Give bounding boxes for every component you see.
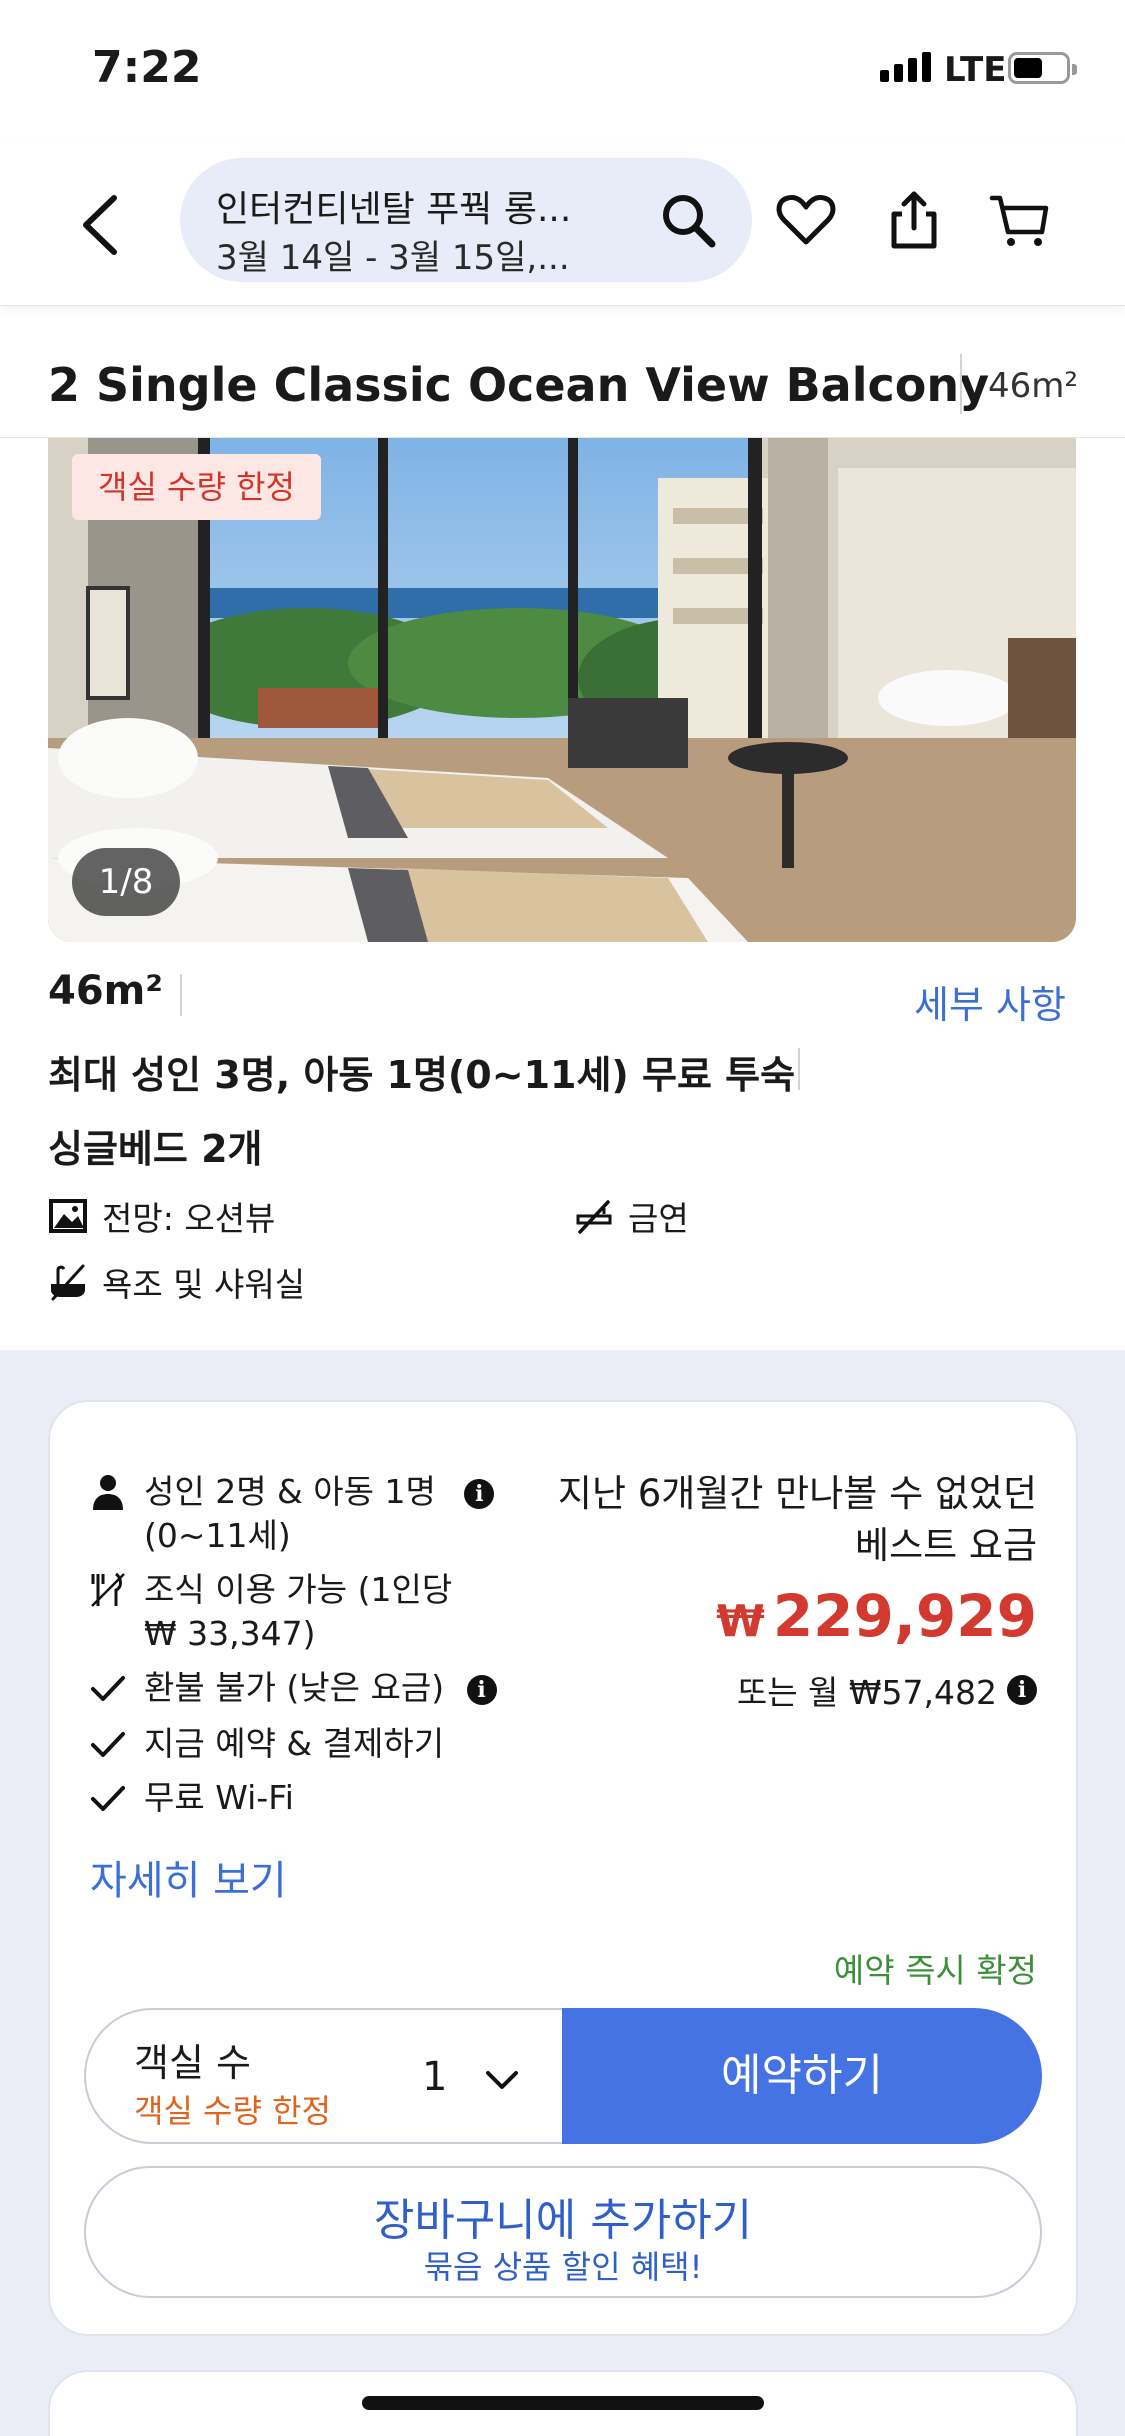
room-title: 2 Single Classic Ocean View Balcony	[48, 358, 990, 412]
search-summary-pill[interactable]: 인터컨티넨탈 푸꿕 롱... 3월 14일 - 3월 15일,...	[180, 158, 752, 282]
room-quantity-value: 1	[422, 2054, 448, 2100]
feature-view-label: 전망: 오션뷰	[102, 1199, 276, 1238]
fork-knife-icon	[91, 1572, 125, 1607]
room-size: 46m²	[48, 968, 163, 1014]
room-quantity-selector[interactable]: 객실 수 객실 수량 한정 1	[84, 2008, 574, 2144]
bathtub-icon	[51, 1264, 85, 1301]
refund-label: 환불 불가 (낮은 요금)	[144, 1668, 445, 1707]
guests-label: 성인 2명 & 아동 1명	[144, 1472, 436, 1511]
checkmark-icon	[91, 1676, 125, 1701]
person-icon	[93, 1475, 123, 1510]
room-title-bar: 2 Single Classic Ocean View Balcony 46m²	[0, 310, 1125, 438]
refund-info-icon[interactable]: i	[466, 1674, 497, 1705]
room-size-header: 46m²	[988, 366, 1079, 406]
divider	[798, 1048, 800, 1090]
network-label: LTE	[944, 50, 1007, 90]
occupancy-info: 최대 성인 3명, 아동 1명(0~11세) 무료 투숙	[48, 1053, 796, 1097]
room-quantity-label: 객실 수	[134, 2041, 251, 2085]
signal-icon	[880, 52, 931, 82]
breakfast-label: 조식 이용 가능 (1인당	[144, 1570, 453, 1609]
limited-availability-badge: 객실 수량 한정	[72, 454, 321, 520]
search-icon[interactable]	[658, 190, 718, 250]
feature-smoking-label: 금연	[628, 1199, 689, 1238]
pay-now-label: 지금 예약 & 결제하기	[144, 1724, 445, 1763]
price: ₩229,929	[716, 1582, 1037, 1650]
breakfast-row: 조식 이용 가능 (1인당 ₩ 33,347)	[88, 1568, 452, 1656]
price-value: 229,929	[772, 1582, 1037, 1650]
checkmark-icon	[91, 1732, 125, 1757]
divider	[960, 354, 962, 414]
wifi-row: 무료 Wi-Fi	[88, 1776, 294, 1820]
add-to-cart-button[interactable]: 장바구니에 추가하기 묶음 상품 할인 혜택!	[84, 2166, 1042, 2298]
bundle-discount-label: 묶음 상품 할인 혜택!	[423, 2248, 703, 2286]
guests-label-line2: (0~11세)	[144, 1516, 291, 1555]
best-rate-text: 지난 6개월간 만나볼 수 없었던 베스트 요금	[477, 1468, 1037, 1572]
no-smoking-icon	[576, 1200, 612, 1234]
hotel-name: 인터컨티넨탈 푸꿕 롱...	[216, 189, 572, 230]
home-indicator	[362, 2396, 764, 2410]
see-more-link[interactable]: 자세히 보기	[90, 1848, 287, 1906]
cart-icon[interactable]	[988, 188, 1052, 252]
photo-counter: 1/8	[72, 848, 180, 916]
booking-row: 객실 수 객실 수량 한정 1 예약하기	[84, 2008, 1042, 2144]
checkmark-icon	[91, 1786, 125, 1811]
pay-now-row: 지금 예약 & 결제하기	[88, 1722, 444, 1766]
chevron-down-icon	[486, 2071, 518, 2089]
battery-icon	[1008, 52, 1077, 84]
breakfast-label-line2: ₩ 33,347)	[144, 1614, 316, 1653]
wifi-label: 무료 Wi-Fi	[144, 1778, 294, 1817]
feature-bath-label: 욕조 및 샤워실	[102, 1265, 306, 1304]
feature-smoking: 금연	[574, 1192, 689, 1240]
feature-view: 전망: 오션뷰	[48, 1192, 275, 1240]
feature-bath: 욕조 및 샤워실	[48, 1258, 305, 1306]
app-header: 인터컨티넨탈 푸꿕 롱... 3월 14일 - 3월 15일,...	[0, 140, 1125, 306]
add-to-cart-label: 장바구니에 추가하기	[373, 2195, 753, 2246]
view-icon	[49, 1199, 87, 1233]
currency-symbol: ₩	[716, 1596, 765, 1647]
back-button[interactable]	[72, 190, 132, 260]
stay-dates: 3월 14일 - 3월 15일,...	[216, 238, 570, 278]
status-time: 7:22	[92, 42, 202, 93]
refund-row: 환불 불가 (낮은 요금) i	[88, 1666, 497, 1710]
room-details-link[interactable]: 세부 사항	[914, 974, 1066, 1029]
monthly-price-label: 또는 월 ₩57,482	[736, 1673, 997, 1712]
status-bar: 7:22 LTE	[0, 0, 1125, 140]
chevron-left-icon	[83, 195, 117, 255]
guests-row: 성인 2명 & 아동 1명 i (0~11세)	[88, 1470, 495, 1558]
book-button[interactable]: 예약하기	[562, 2008, 1042, 2144]
monthly-price: 또는 월 ₩57,482 i	[737, 1666, 1037, 1714]
share-icon[interactable]	[882, 188, 946, 252]
room-quantity-limited: 객실 수량 한정	[134, 2092, 331, 2130]
heart-icon[interactable]	[774, 188, 838, 252]
instant-confirmation: 예약 즉시 확정	[833, 1951, 1037, 1990]
monthly-info-icon[interactable]: i	[1007, 1675, 1037, 1705]
best-rate-line2: 베스트 요금	[855, 1524, 1037, 1567]
best-rate-line1: 지난 6개월간 만나볼 수 없었던	[557, 1472, 1037, 1515]
bed-info: 싱글베드 2개	[48, 1127, 263, 1171]
divider	[180, 974, 182, 1016]
